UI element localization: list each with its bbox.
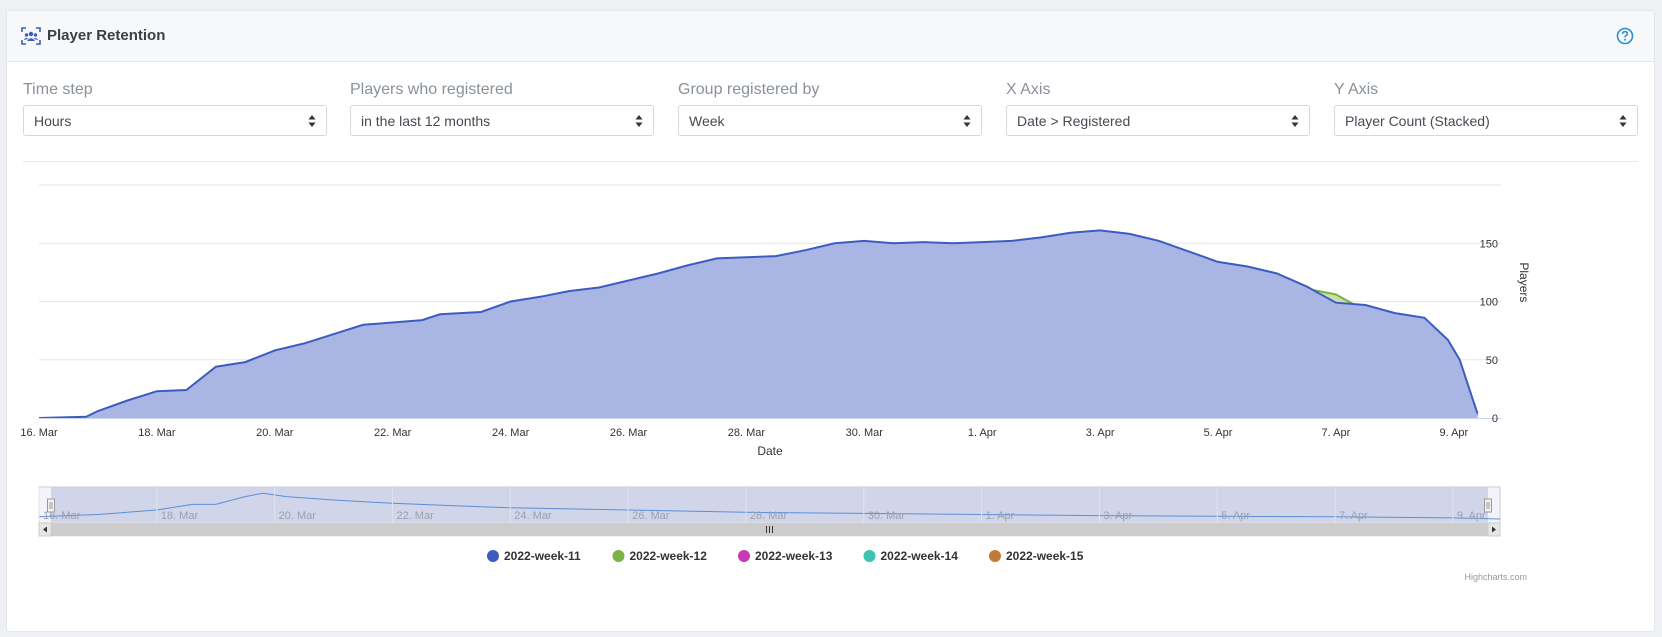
navigator-tick-label: 24. Mar	[514, 510, 552, 522]
legend-label: 2022-week-11	[504, 549, 581, 563]
filter-controls: Time step Hours Players who registered i…	[23, 81, 1638, 151]
legend-item-2022-week-12[interactable]: 2022-week-12	[612, 549, 708, 563]
legend-symbol	[989, 550, 1001, 562]
x-tick-label: 26. Mar	[610, 427, 648, 439]
x-axis-select[interactable]: Date > Registered	[1006, 105, 1310, 136]
time-step-value: Hours	[34, 113, 72, 129]
navigator-scrollbar[interactable]	[38, 522, 1501, 537]
x-axis-label: X Axis	[1006, 81, 1051, 98]
group-by-value: Week	[689, 113, 725, 129]
navigator-right-handle[interactable]	[1484, 498, 1492, 513]
x-tick-label: 20. Mar	[256, 427, 294, 439]
x-axis-control: X Axis Date > Registered	[1006, 81, 1310, 136]
registered-period-select[interactable]: in the last 12 months	[350, 105, 654, 136]
x-axis-value: Date > Registered	[1017, 113, 1131, 129]
y-tick-label: 0	[1492, 413, 1498, 425]
legend-label: 2022-week-15	[1006, 549, 1084, 563]
y-tick-label: 150	[1480, 238, 1498, 250]
navigator-tick-label: 9. Apr	[1457, 510, 1486, 522]
panel-header: Player Retention	[7, 11, 1654, 62]
navigator-tick-label: 26. Mar	[632, 510, 670, 522]
navigator-tick-label: 3. Apr	[1103, 510, 1132, 522]
time-step-control: Time step Hours	[23, 81, 327, 136]
sort-caret-icon	[635, 115, 643, 127]
chart-legend: 2022-week-11 2022-week-12 2022-week-13 2022…	[487, 549, 1084, 563]
sort-caret-icon	[1291, 115, 1299, 127]
sort-caret-icon	[1619, 115, 1627, 127]
x-tick-label: 22. Mar	[374, 427, 412, 439]
x-tick-label: 24. Mar	[492, 427, 530, 439]
group-by-select[interactable]: Week	[678, 105, 982, 136]
x-tick-label: 7. Apr	[1322, 427, 1351, 439]
group-by-label: Group registered by	[678, 81, 820, 98]
y-tick-label: 50	[1486, 355, 1498, 367]
legend-item-2022-week-14[interactable]: 2022-week-14	[863, 549, 959, 563]
legend-symbol	[738, 550, 750, 562]
legend-item-2022-week-11[interactable]: 2022-week-11	[487, 549, 581, 563]
navigator-left-handle[interactable]	[47, 498, 55, 513]
highcharts-credits-link[interactable]: Highcharts.com	[1464, 572, 1527, 582]
area-2022-week-11	[39, 230, 1478, 418]
player-retention-panel: Player Retention Time step Hours Players…	[6, 10, 1655, 632]
legend-symbol	[487, 550, 499, 562]
users-icon	[21, 27, 41, 45]
legend-item-2022-week-15[interactable]: 2022-week-15	[989, 549, 1084, 563]
x-tick-label: 5. Apr	[1204, 427, 1233, 439]
y-axis-select[interactable]: Player Count (Stacked)	[1334, 105, 1638, 136]
registered-period-value: in the last 12 months	[361, 113, 491, 129]
navigator-tick-label: 18. Mar	[161, 510, 199, 522]
x-tick-label: 30. Mar	[846, 427, 884, 439]
x-tick-label: 9. Apr	[1439, 427, 1468, 439]
legend-symbol	[612, 550, 625, 562]
registered-period-label: Players who registered	[350, 81, 513, 98]
navigator-tick-label: 20. Mar	[279, 510, 317, 522]
navigator-tick-label: 30. Mar	[868, 510, 906, 522]
time-step-select[interactable]: Hours	[23, 105, 327, 136]
x-tick-label: 18. Mar	[138, 427, 176, 439]
navigator-tick-label: 1. Apr	[986, 510, 1015, 522]
navigator-tick-label: 7. Apr	[1339, 510, 1368, 522]
time-step-label: Time step	[23, 81, 93, 98]
legend-label: 2022-week-12	[630, 549, 708, 563]
navigator-tick-label: 22. Mar	[396, 510, 434, 522]
y-axis-title: Players	[1517, 262, 1531, 302]
series-group	[38, 229, 1479, 419]
registered-period-control: Players who registered in the last 12 mo…	[350, 81, 654, 136]
legend-label: 2022-week-13	[755, 549, 833, 563]
retention-chart: 16. Mar 18. Mar 20. Mar 22. Mar 24. Mar 26. M…	[20, 184, 1531, 582]
y-axis-value: Player Count (Stacked)	[1345, 113, 1490, 129]
legend-label: 2022-week-14	[881, 549, 959, 563]
x-tick-label: 16. Mar	[20, 427, 58, 439]
x-tick-label: 3. Apr	[1086, 427, 1115, 439]
question-circle-icon[interactable]	[1616, 27, 1634, 45]
sort-caret-icon	[963, 115, 971, 127]
y-tick-label: 100	[1480, 297, 1498, 309]
y-axis-label: Y Axis	[1334, 81, 1379, 98]
legend-symbol	[863, 550, 876, 562]
x-tick-label: 1. Apr	[968, 427, 997, 439]
sort-caret-icon	[308, 115, 316, 127]
navigator-tick-label: 5. Apr	[1221, 510, 1250, 522]
x-axis-title: Date	[757, 444, 783, 458]
legend-item-2022-week-13[interactable]: 2022-week-13	[738, 549, 833, 563]
x-tick-label: 28. Mar	[728, 427, 766, 439]
y-axis-control: Y Axis Player Count (Stacked)	[1334, 81, 1638, 136]
group-by-control: Group registered by Week	[678, 81, 982, 136]
panel-title: Player Retention	[47, 27, 166, 44]
navigator[interactable]: 16. Mar 18. Mar 20. Mar 22. Mar 24. Mar 26. M…	[38, 486, 1501, 524]
navigator-tick-label: 28. Mar	[750, 510, 788, 522]
